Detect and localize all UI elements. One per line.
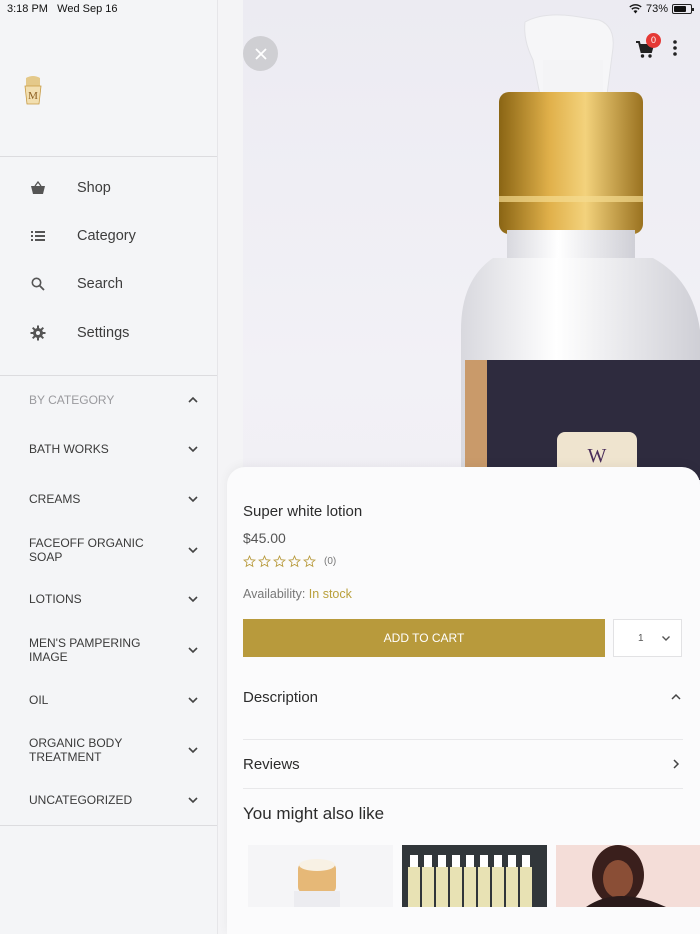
related-product-card[interactable]: [556, 845, 700, 907]
basket-icon: [29, 179, 47, 197]
rating-count: (0): [324, 556, 337, 567]
quantity-select[interactable]: 1: [613, 619, 682, 657]
category-label: ORGANIC BODY TREATMENT: [29, 736, 123, 764]
star-icon: [303, 555, 316, 568]
availability-label: Availability:: [243, 587, 306, 601]
search-icon: [29, 275, 47, 293]
status-indicators: 73%: [629, 3, 694, 15]
category-header: BY CATEGORY: [29, 393, 115, 407]
product-title: Super white lotion: [243, 503, 363, 520]
menu-item-label: Category: [77, 228, 136, 244]
description-label: Description: [243, 688, 319, 706]
svg-text:M: M: [28, 90, 38, 102]
status-bar: 3:18 PM Wed Sep 16 73%: [0, 0, 700, 20]
chevron-up-icon: [671, 693, 681, 700]
star-icon: [258, 555, 271, 568]
chevron-down-icon: [662, 636, 670, 641]
menu-item-shop[interactable]: Shop: [0, 168, 216, 208]
menu-item-search[interactable]: Search: [0, 264, 216, 304]
category-item[interactable]: BATH WORKS: [0, 439, 216, 459]
related-products-title: You might also like: [243, 804, 385, 823]
wifi-icon: [629, 4, 642, 14]
divider: [0, 825, 217, 826]
navigation-drawer: M Shop Category Search Settings BY CATEG…: [0, 0, 218, 934]
menu-item-category[interactable]: Category: [0, 216, 216, 256]
star-icon: [273, 555, 286, 568]
related-product-image: [556, 845, 700, 907]
description-toggle[interactable]: Description: [243, 682, 683, 712]
menu-item-label: Search: [77, 276, 123, 292]
divider: [243, 739, 683, 740]
battery-level: [674, 6, 686, 12]
related-product-card[interactable]: [248, 845, 393, 907]
menu-item-label: Shop: [77, 180, 111, 196]
chevron-down-icon: [188, 547, 198, 554]
svg-text:W: W: [588, 445, 607, 467]
chevron-up-icon: [188, 396, 198, 403]
category-label: BATH WORKS: [29, 442, 109, 456]
product-details-sheet: Super white lotion $45.00 (0) Availabili…: [227, 467, 700, 934]
availability: Availability: In stock: [243, 587, 352, 601]
related-product-card[interactable]: [402, 845, 547, 907]
chevron-down-icon: [188, 496, 198, 503]
category-label: FACEOFF ORGANIC SOAP: [29, 536, 144, 564]
category-item[interactable]: MEN'S PAMPERING IMAGE: [0, 635, 216, 665]
gear-icon: [29, 324, 47, 342]
chevron-down-icon: [188, 446, 198, 453]
battery-icon: [672, 4, 694, 14]
menu-item-settings[interactable]: Settings: [0, 313, 216, 353]
category-label: MEN'S PAMPERING IMAGE: [29, 636, 141, 664]
more-options-icon[interactable]: [668, 38, 682, 58]
cart-count-badge: 0: [646, 33, 661, 48]
chevron-down-icon: [188, 596, 198, 603]
close-button[interactable]: [243, 36, 278, 71]
close-icon: [254, 47, 267, 60]
reviews-label: Reviews: [243, 755, 300, 773]
chevron-down-icon: [188, 797, 198, 804]
quantity-value: 1: [638, 633, 644, 644]
category-item[interactable]: UNCATEGORIZED: [0, 790, 216, 810]
chevron-right-icon: [673, 759, 680, 769]
category-item[interactable]: OIL: [0, 690, 216, 710]
divider: [0, 375, 217, 376]
chevron-down-icon: [188, 747, 198, 754]
category-label: UNCATEGORIZED: [29, 793, 133, 807]
reviews-link[interactable]: Reviews: [243, 749, 683, 779]
product-price: $45.00: [243, 530, 286, 546]
category-label: LOTIONS: [29, 592, 82, 606]
battery-percent: 73%: [645, 3, 668, 15]
category-header-toggle[interactable]: BY CATEGORY: [0, 390, 216, 410]
menu-item-label: Settings: [77, 325, 130, 341]
rating-stars: (0): [243, 555, 336, 568]
category-item[interactable]: ORGANIC BODY TREATMENT: [0, 735, 216, 765]
add-to-cart-button[interactable]: ADD TO CART: [243, 619, 605, 657]
divider: [243, 788, 683, 789]
category-label: CREAMS: [29, 492, 81, 506]
brand-logo: M: [24, 76, 42, 105]
category-item[interactable]: FACEOFF ORGANIC SOAP: [0, 535, 216, 565]
related-product-image: [248, 845, 393, 907]
availability-value: In stock: [308, 587, 352, 601]
chevron-down-icon: [188, 647, 198, 654]
list-icon: [29, 227, 47, 245]
star-icon: [243, 555, 256, 568]
chevron-down-icon: [188, 697, 198, 704]
category-label: OIL: [29, 693, 49, 707]
lotion-bottle-image: W: [461, 14, 700, 480]
star-icon: [288, 555, 301, 568]
category-item[interactable]: LOTIONS: [0, 589, 216, 609]
related-product-image: [402, 845, 547, 907]
divider: [0, 156, 217, 157]
category-item[interactable]: CREAMS: [0, 489, 216, 509]
status-time: 3:18 PM Wed Sep 16: [7, 3, 118, 15]
